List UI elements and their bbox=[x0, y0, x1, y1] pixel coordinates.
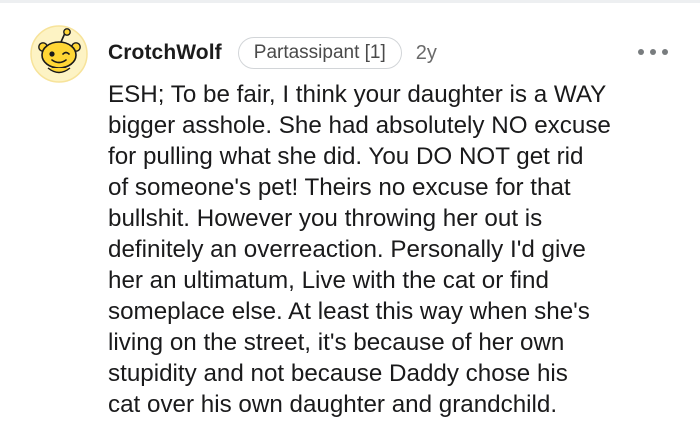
username-link[interactable]: CrotchWolf bbox=[108, 41, 222, 65]
comment-body-line: for pulling what she did. You DO NOT get… bbox=[108, 143, 584, 170]
more-dot-icon bbox=[638, 49, 644, 55]
comment-body-line: of someone's pet! Theirs no excuse for t… bbox=[108, 174, 571, 201]
comment-header: CrotchWolf Partassipant [1] 2y bbox=[108, 36, 437, 70]
comment-body-line: someplace else. At least this way when s… bbox=[108, 298, 590, 325]
comment-body-line: bigger asshole. She had absolutely NO ex… bbox=[108, 112, 611, 139]
comment-body: ESH; To be fair, I think your daughter i… bbox=[108, 79, 688, 420]
comment-body-line: definitely an overreaction. Personally I… bbox=[108, 236, 586, 263]
more-dot-icon bbox=[662, 49, 668, 55]
more-dot-icon bbox=[650, 49, 656, 55]
comment-body-line: bullshit. However you throwing her out i… bbox=[108, 205, 543, 232]
comment-body-line: cat over his own daughter and grandchild… bbox=[108, 391, 558, 418]
comment-card: CrotchWolf Partassipant [1] 2y ESH; To b… bbox=[0, 0, 700, 448]
comment-body-line: ESH; To be fair, I think your daughter i… bbox=[108, 81, 607, 108]
comment-body-line: stupidity and not because Daddy chose hi… bbox=[108, 360, 568, 387]
comment-body-line: living on the street, it's because of he… bbox=[108, 329, 565, 356]
avatar[interactable] bbox=[30, 25, 88, 83]
user-flair-badge: Partassipant [1] bbox=[237, 37, 402, 69]
more-options-button[interactable] bbox=[638, 40, 668, 64]
comment-body-line: her an ultimatum, Live with the cat or f… bbox=[108, 267, 549, 294]
comment-timestamp: 2y bbox=[415, 41, 437, 64]
snoo-avatar-icon bbox=[30, 25, 88, 83]
